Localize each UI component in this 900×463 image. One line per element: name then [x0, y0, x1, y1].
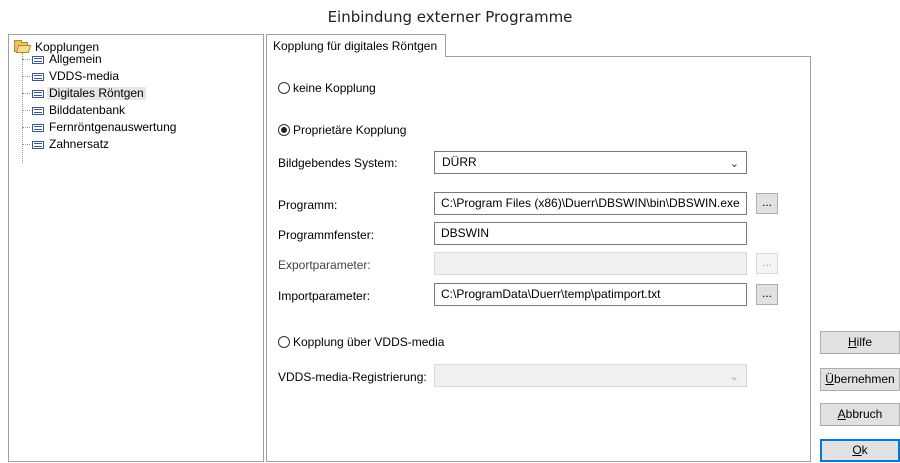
list-item-icon	[32, 72, 44, 81]
vdds-registration-select[interactable]: ⌄	[434, 364, 747, 387]
chevron-down-icon: ⌄	[729, 158, 739, 170]
program-browse-button[interactable]: ...	[756, 193, 778, 214]
radio-label: Proprietäre Kopplung	[293, 123, 407, 137]
import-label: Importparameter:	[278, 289, 371, 303]
list-item-icon	[32, 55, 44, 64]
button-label: ilfe	[856, 335, 872, 349]
radio-proprietaere-kopplung[interactable]: Proprietäre Kopplung	[278, 123, 406, 137]
import-input[interactable]: C:\ProgramData\Duerr\temp\patimport.txt	[434, 283, 747, 306]
list-item-icon	[32, 123, 44, 132]
radio-circle	[278, 82, 290, 94]
tree-item-label: Allgemein	[49, 52, 102, 66]
button-label: bbruch	[845, 407, 883, 421]
window-input[interactable]: DBSWIN	[434, 222, 747, 245]
list-item-icon	[32, 140, 44, 149]
help-button[interactable]: Hilfe	[820, 331, 900, 354]
radio-circle	[278, 336, 290, 348]
program-input[interactable]: C:\Program Files (x86)\Duerr\DBSWIN\bin\…	[434, 192, 747, 215]
cancel-button[interactable]: Abbruch	[820, 403, 900, 426]
export-input[interactable]	[434, 252, 747, 275]
button-label: bernehmen	[833, 372, 895, 386]
tree-item-label: VDDS-media	[49, 69, 120, 83]
tree-item-vdds-media[interactable]: VDDS-media	[22, 70, 121, 83]
list-item-icon	[32, 89, 44, 98]
tree-item-allgemein[interactable]: Allgemein	[22, 53, 104, 66]
tree-item-label: Fernröntgenauswertung	[49, 120, 177, 134]
tree-item-label: Zahnersatz	[49, 137, 110, 151]
tree-item-digitales-roentgen[interactable]: Digitales Röntgen	[22, 87, 146, 100]
list-item-icon	[32, 106, 44, 115]
ok-button[interactable]: Ok	[820, 439, 900, 462]
mnemonic: Ü	[825, 372, 834, 386]
export-label: Exportparameter:	[278, 258, 371, 272]
imaging-system-label: Bildgebendes System:	[278, 156, 398, 170]
export-browse-button[interactable]: ...	[756, 253, 778, 274]
tree-item-label: Bilddatenbank	[49, 103, 126, 117]
radio-label: Kopplung über VDDS-media	[293, 335, 445, 349]
radio-label: keine Kopplung	[293, 81, 376, 95]
folder-open-icon	[14, 40, 32, 53]
program-label: Programm:	[278, 198, 338, 212]
radio-circle	[278, 124, 290, 136]
tab-kopplung-digitales-roentgen[interactable]: Kopplung für digitales Röntgen	[266, 34, 446, 57]
vdds-registration-label: VDDS-media-Registrierung:	[278, 370, 427, 384]
mnemonic: O	[852, 443, 862, 457]
mnemonic: H	[847, 335, 857, 349]
tree-item-bilddatenbank[interactable]: Bilddatenbank	[22, 104, 127, 117]
imaging-system-select[interactable]: DÜRR ⌄	[434, 151, 747, 174]
imaging-system-value: DÜRR	[442, 155, 477, 169]
radio-kopplung-vdds-media[interactable]: Kopplung über VDDS-media	[278, 335, 444, 349]
radio-keine-kopplung[interactable]: keine Kopplung	[278, 81, 376, 95]
window-title: Einbindung externer Programme	[327, 8, 573, 26]
import-browse-button[interactable]: ...	[756, 284, 778, 305]
tree-item-zahnersatz[interactable]: Zahnersatz	[22, 138, 111, 151]
kopplungen-tree[interactable]: Kopplungen Allgemein VDDS-media Digitale…	[8, 34, 264, 462]
apply-button[interactable]: Übernehmen	[820, 368, 900, 391]
button-label: k	[861, 443, 868, 457]
window-label: Programmfenster:	[278, 228, 375, 242]
tree-item-fernroentgenauswertung[interactable]: Fernröntgenauswertung	[22, 121, 178, 134]
tree-item-label: Digitales Röntgen	[47, 86, 146, 100]
chevron-down-icon: ⌄	[729, 371, 739, 383]
mnemonic: A	[837, 407, 846, 421]
tab-panel: keine Kopplung Proprietäre Kopplung Bild…	[266, 56, 811, 462]
